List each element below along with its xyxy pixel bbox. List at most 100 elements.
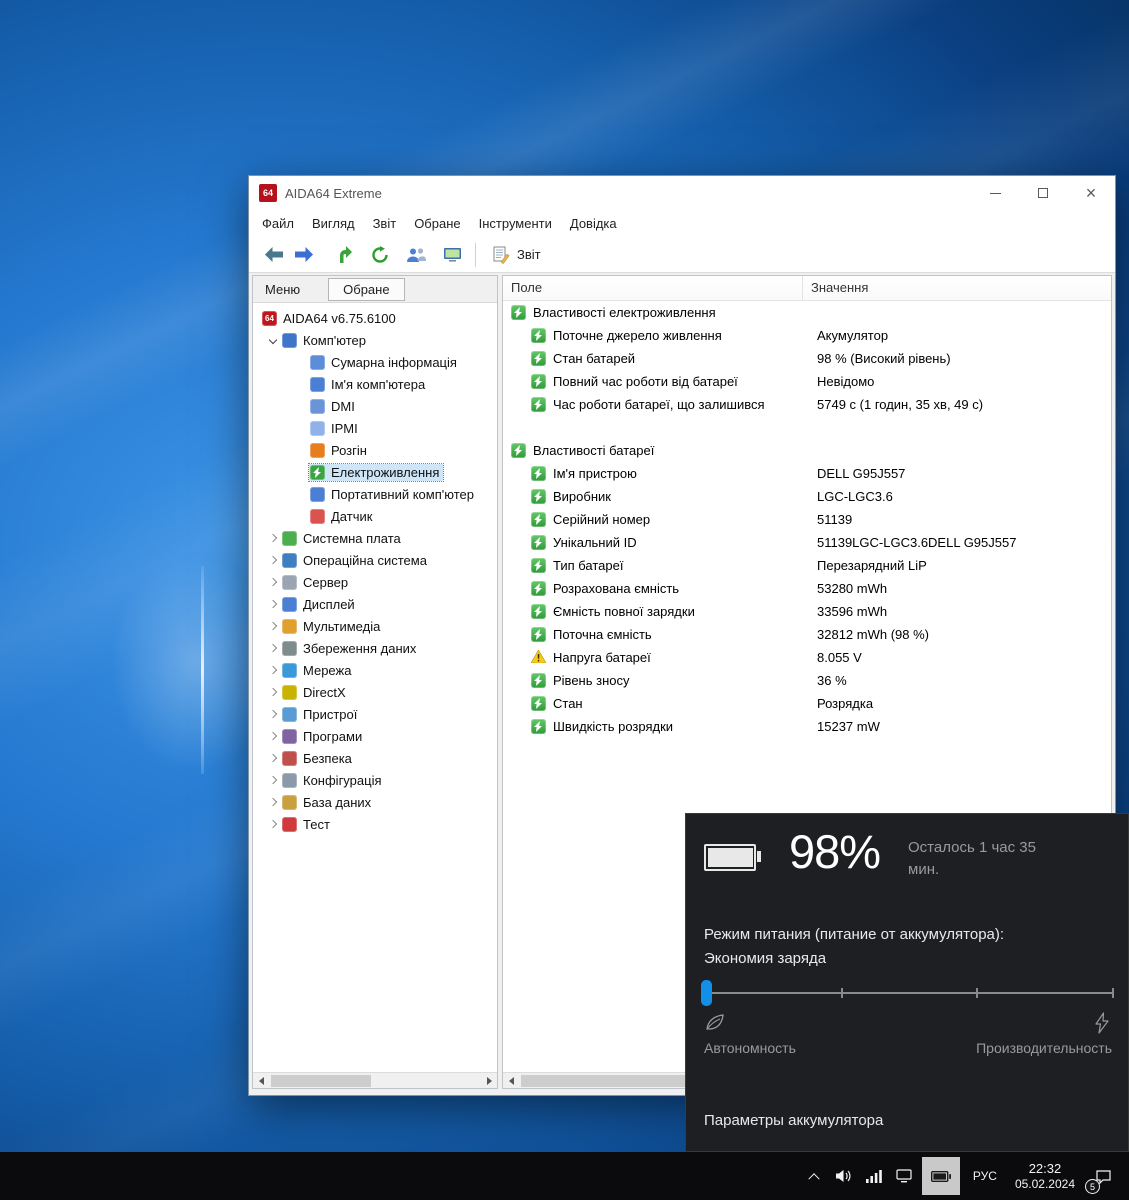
tree-item-database[interactable]: База даних xyxy=(253,791,497,813)
collapsed-chevron-icon[interactable] xyxy=(269,710,277,718)
power-slider-handle[interactable] xyxy=(701,980,712,1006)
section-header-row[interactable]: Властивості батареї xyxy=(503,439,1111,462)
tree-item-power[interactable]: Електроживлення xyxy=(253,461,497,483)
tree-item-devices[interactable]: Пристрої xyxy=(253,703,497,725)
detail-row[interactable]: Поточне джерело живленняАкумулятор xyxy=(503,324,1111,347)
collapsed-chevron-icon[interactable] xyxy=(269,534,277,542)
tree-item-os[interactable]: Операційна система xyxy=(253,549,497,571)
collapsed-chevron-icon[interactable] xyxy=(269,776,277,784)
detail-row[interactable]: ВиробникLGC-LGC3.6 xyxy=(503,485,1111,508)
display-tray-button[interactable] xyxy=(889,1152,919,1200)
scroll-left-arrow[interactable] xyxy=(503,1073,519,1089)
tree-item-security[interactable]: Безпека xyxy=(253,747,497,769)
expanded-chevron-icon[interactable] xyxy=(269,336,277,344)
tree-item-sensor[interactable]: Датчик xyxy=(253,505,497,527)
detail-row[interactable]: Час роботи батареї, що залишився5749 с (… xyxy=(503,393,1111,416)
field-name: Унікальний ID xyxy=(553,535,637,550)
tree-item-motherboard[interactable]: Системна плата xyxy=(253,527,497,549)
collapsed-chevron-icon[interactable] xyxy=(269,820,277,828)
forward-button[interactable] xyxy=(289,241,319,269)
tab-menu[interactable]: Меню xyxy=(253,278,312,301)
column-value[interactable]: Значення xyxy=(803,276,1111,300)
detail-row[interactable]: Унікальний ID51139LGC-LGC3.6DELL G95J557 xyxy=(503,531,1111,554)
scroll-track[interactable] xyxy=(269,1073,481,1089)
detail-row[interactable]: Швидкість розрядки15237 mW xyxy=(503,715,1111,738)
tree-item-computer[interactable]: Комп'ютер xyxy=(253,329,497,351)
collapsed-chevron-icon[interactable] xyxy=(269,644,277,652)
collapsed-chevron-icon[interactable] xyxy=(269,732,277,740)
tab-favorites[interactable]: Обране xyxy=(328,278,404,301)
detail-row[interactable]: Ємність повної зарядки33596 mWh xyxy=(503,600,1111,623)
menu-tools[interactable]: Інструменти xyxy=(470,212,561,235)
clock[interactable]: 22:32 05.02.2024 xyxy=(1007,1152,1083,1200)
detail-row[interactable]: Ім'я пристроюDELL G95J557 xyxy=(503,462,1111,485)
users-button[interactable] xyxy=(401,241,431,269)
collapsed-chevron-icon[interactable] xyxy=(269,688,277,696)
battery-settings-link[interactable]: Параметры аккумулятора xyxy=(704,1112,883,1129)
collapsed-chevron-icon[interactable] xyxy=(269,600,277,608)
tree-item-dmi[interactable]: DMI xyxy=(253,395,497,417)
action-center-button[interactable]: 5 xyxy=(1083,1152,1123,1200)
scroll-right-arrow[interactable] xyxy=(481,1073,497,1089)
maximize-button[interactable] xyxy=(1019,176,1067,210)
tree-item-aida64[interactable]: 64AIDA64 v6.75.6100 xyxy=(253,307,497,329)
detail-row[interactable]: Стан батарей98 % (Високий рівень) xyxy=(503,347,1111,370)
collapsed-chevron-icon[interactable] xyxy=(269,798,277,806)
report-button[interactable]: Звіт xyxy=(484,241,549,269)
tree-item-benchmark[interactable]: Тест xyxy=(253,813,497,835)
tree-item-overclock[interactable]: Розгін xyxy=(253,439,497,461)
detail-row[interactable]: Розрахована ємність53280 mWh xyxy=(503,577,1111,600)
tree-item-multimedia[interactable]: Мультимедіа xyxy=(253,615,497,637)
remote-monitor-button[interactable] xyxy=(437,241,467,269)
detail-row[interactable]: Поточна ємність32812 mWh (98 %) xyxy=(503,623,1111,646)
collapsed-chevron-icon[interactable] xyxy=(269,578,277,586)
tree-item-software[interactable]: Програми xyxy=(253,725,497,747)
speaker-icon xyxy=(835,1169,852,1183)
system-tray: РУС 22:32 05.02.2024 5 xyxy=(799,1152,1129,1200)
close-button[interactable]: × xyxy=(1067,176,1115,210)
volume-button[interactable] xyxy=(829,1152,859,1200)
network-button[interactable] xyxy=(859,1152,889,1200)
menu-view[interactable]: Вигляд xyxy=(303,212,364,235)
collapsed-chevron-icon[interactable] xyxy=(269,556,277,564)
up-level-button[interactable] xyxy=(329,241,359,269)
detail-row[interactable]: Рівень зносу36 % xyxy=(503,669,1111,692)
minimize-button[interactable] xyxy=(971,176,1019,210)
detail-row[interactable]: Повний час роботи від батареїНевідомо xyxy=(503,370,1111,393)
detail-row[interactable]: Тип батареїПерезарядний LiP xyxy=(503,554,1111,577)
tree-item-summary[interactable]: Сумарна інформація xyxy=(253,351,497,373)
tree-item-portable[interactable]: Портативний комп'ютер xyxy=(253,483,497,505)
refresh-button[interactable] xyxy=(365,241,395,269)
battery-tray-button[interactable] xyxy=(922,1157,960,1195)
power-slider-track[interactable] xyxy=(706,992,1112,994)
collapsed-chevron-icon[interactable] xyxy=(269,666,277,674)
power-icon xyxy=(531,604,546,619)
tree-item-ipmi[interactable]: IPMI xyxy=(253,417,497,439)
menu-file[interactable]: Файл xyxy=(253,212,303,235)
column-field[interactable]: Поле xyxy=(503,276,803,300)
menu-help[interactable]: Довідка xyxy=(561,212,626,235)
tree-item-storage[interactable]: Збереження даних xyxy=(253,637,497,659)
tree-item-content: Сервер xyxy=(281,574,352,591)
title-bar[interactable]: 64 AIDA64 Extreme × xyxy=(249,176,1115,210)
collapsed-chevron-icon[interactable] xyxy=(269,754,277,762)
collapsed-chevron-icon[interactable] xyxy=(269,622,277,630)
tray-overflow-button[interactable] xyxy=(799,1152,829,1200)
tree-item-network[interactable]: Мережа xyxy=(253,659,497,681)
scroll-left-arrow[interactable] xyxy=(253,1073,269,1089)
tree-item-server[interactable]: Сервер xyxy=(253,571,497,593)
section-header-row[interactable]: Властивості електроживлення xyxy=(503,301,1111,324)
detail-row[interactable]: СтанРозрядка xyxy=(503,692,1111,715)
tree-item-directx[interactable]: DirectX xyxy=(253,681,497,703)
sidebar-hscrollbar[interactable] xyxy=(253,1072,497,1088)
back-button[interactable] xyxy=(259,241,289,269)
detail-row[interactable]: Серійний номер51139 xyxy=(503,508,1111,531)
scroll-thumb[interactable] xyxy=(271,1075,371,1087)
language-indicator[interactable]: РУС xyxy=(963,1152,1007,1200)
tree-item-pcname[interactable]: Ім'я комп'ютера xyxy=(253,373,497,395)
detail-row[interactable]: Напруга батареї8.055 V xyxy=(503,646,1111,669)
tree-item-display[interactable]: Дисплей xyxy=(253,593,497,615)
menu-favorites[interactable]: Обране xyxy=(405,212,469,235)
menu-report[interactable]: Звіт xyxy=(364,212,406,235)
tree-item-config[interactable]: Конфігурація xyxy=(253,769,497,791)
